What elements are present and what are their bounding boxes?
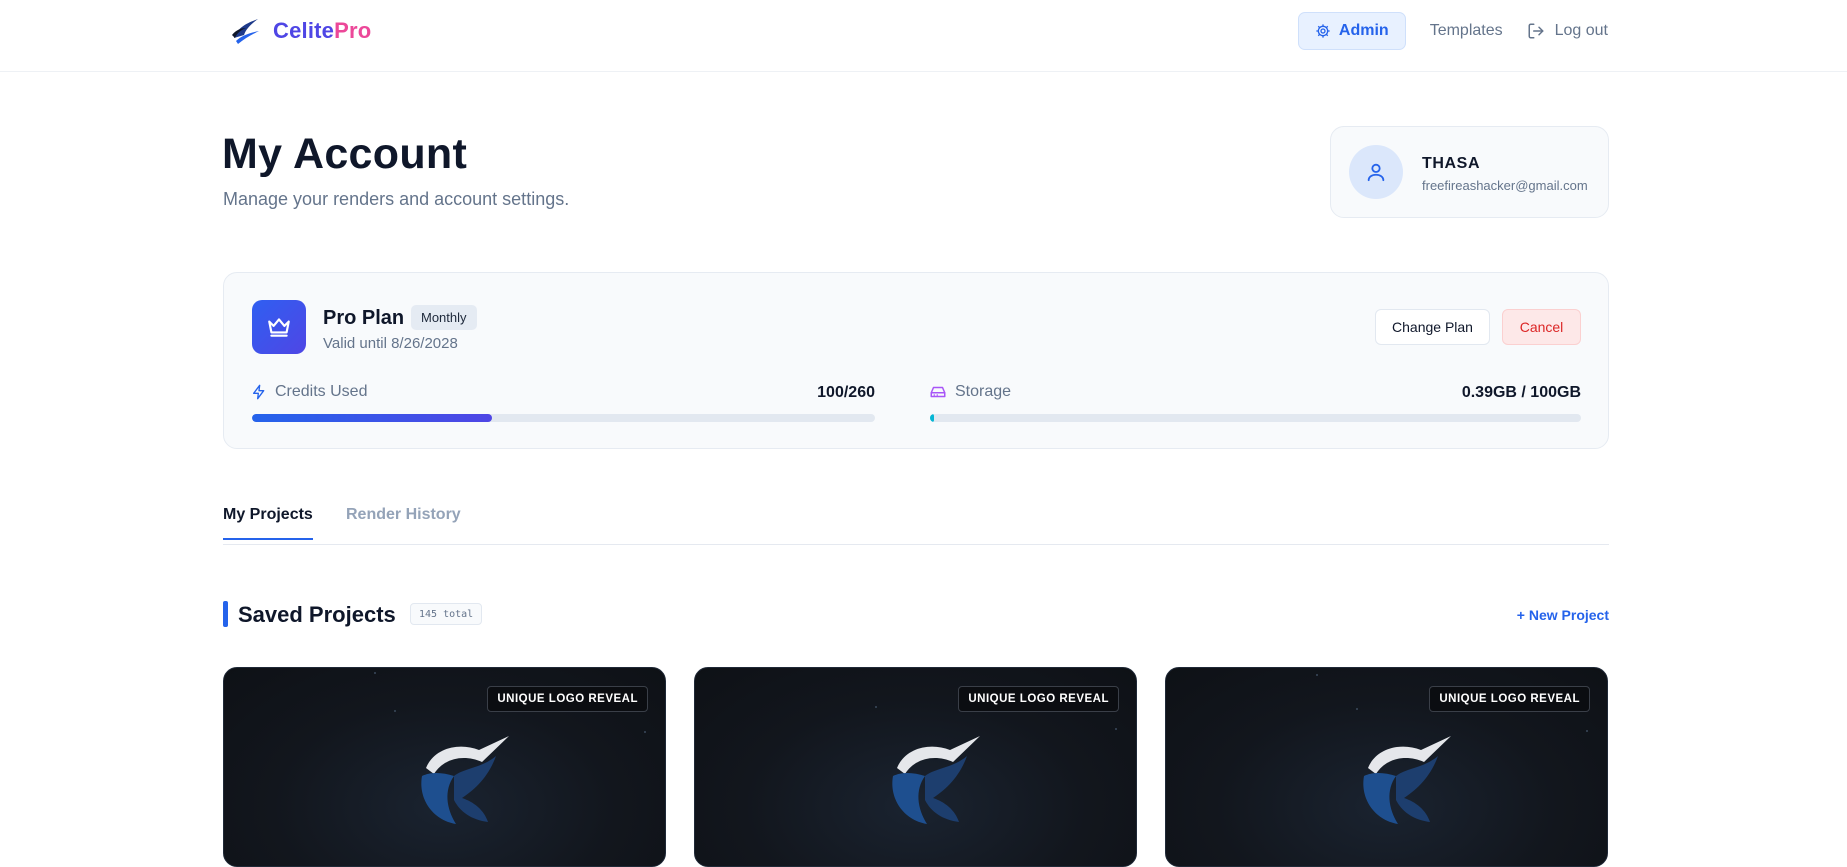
avatar xyxy=(1349,145,1403,199)
admin-label: Admin xyxy=(1338,22,1389,39)
storage-label: Storage xyxy=(929,383,1011,401)
projects-count-badge: 145 total xyxy=(410,603,483,625)
new-project-button[interactable]: + New Project xyxy=(1517,607,1609,623)
plan-card: Pro Plan Monthly Valid until 8/26/2028 C… xyxy=(223,272,1609,449)
tab-render-history[interactable]: Render History xyxy=(346,506,461,524)
section-accent-bar xyxy=(223,601,228,627)
logout-label: Log out xyxy=(1554,22,1608,39)
page-subtitle: Manage your renders and account settings… xyxy=(223,189,570,209)
templates-label: Templates xyxy=(1429,22,1503,39)
gear-icon xyxy=(1316,24,1330,38)
storage-progress-fill xyxy=(930,414,934,422)
user-name: THASA xyxy=(1422,155,1481,172)
project-type-badge: UNIQUE LOGO REVEAL xyxy=(487,686,648,712)
project-card[interactable]: UNIQUE LOGO REVEAL xyxy=(694,667,1137,867)
logout-icon xyxy=(1528,23,1544,39)
tab-my-projects[interactable]: My Projects xyxy=(223,506,313,540)
user-email: freefireashacker@gmail.com xyxy=(1422,178,1588,193)
user-icon xyxy=(1367,163,1385,182)
plan-valid-until: Valid until 8/26/2028 xyxy=(323,335,458,352)
logout-link[interactable]: Log out xyxy=(1527,22,1608,40)
brand-name: CelitePro xyxy=(273,18,371,44)
project-type-badge: UNIQUE LOGO REVEAL xyxy=(958,686,1119,712)
change-plan-button[interactable]: Change Plan xyxy=(1375,309,1490,345)
credits-label: Credits Used xyxy=(251,383,367,401)
hard-drive-icon xyxy=(930,386,946,398)
credits-progress-bar xyxy=(252,414,875,422)
credits-progress-fill xyxy=(252,414,492,422)
credits-value: 100/260 xyxy=(817,384,875,401)
page-title: My Account xyxy=(222,130,468,178)
storage-label-text: Storage xyxy=(955,383,1012,400)
credits-label-text: Credits Used xyxy=(275,383,368,400)
lightning-icon xyxy=(253,384,265,400)
crown-icon xyxy=(268,318,290,337)
cancel-plan-button[interactable]: Cancel xyxy=(1502,309,1581,345)
storage-progress-bar xyxy=(930,414,1581,422)
plan-icon-tile xyxy=(252,300,306,354)
top-navigation-bar: CelitePro Admin Templates Log out xyxy=(0,0,1847,72)
billing-badge: Monthly xyxy=(411,305,477,330)
project-thumbnail-logo-icon xyxy=(1363,736,1451,824)
main-nav: Admin Templates Log out xyxy=(1297,12,1608,50)
project-thumbnail-logo-icon xyxy=(892,736,980,824)
project-card[interactable]: UNIQUE LOGO REVEAL xyxy=(223,667,666,867)
saved-projects-title: Saved Projects xyxy=(238,602,396,627)
account-tabs: My Projects Render History xyxy=(223,503,1609,545)
project-card[interactable]: UNIQUE LOGO REVEAL xyxy=(1165,667,1608,867)
brand-name-part1: Celite xyxy=(273,18,335,43)
brand-name-part2: Pro xyxy=(334,18,372,43)
brand[interactable]: CelitePro xyxy=(229,14,371,48)
project-type-badge: UNIQUE LOGO REVEAL xyxy=(1429,686,1590,712)
brand-logo-icon xyxy=(232,19,259,44)
admin-button[interactable]: Admin xyxy=(1297,12,1406,50)
user-card: THASA freefireashacker@gmail.com xyxy=(1330,126,1609,218)
storage-value: 0.39GB / 100GB xyxy=(1461,384,1581,401)
plan-name: Pro Plan xyxy=(323,307,405,329)
templates-link[interactable]: Templates xyxy=(1430,22,1503,40)
project-thumbnail-logo-icon xyxy=(421,736,509,824)
